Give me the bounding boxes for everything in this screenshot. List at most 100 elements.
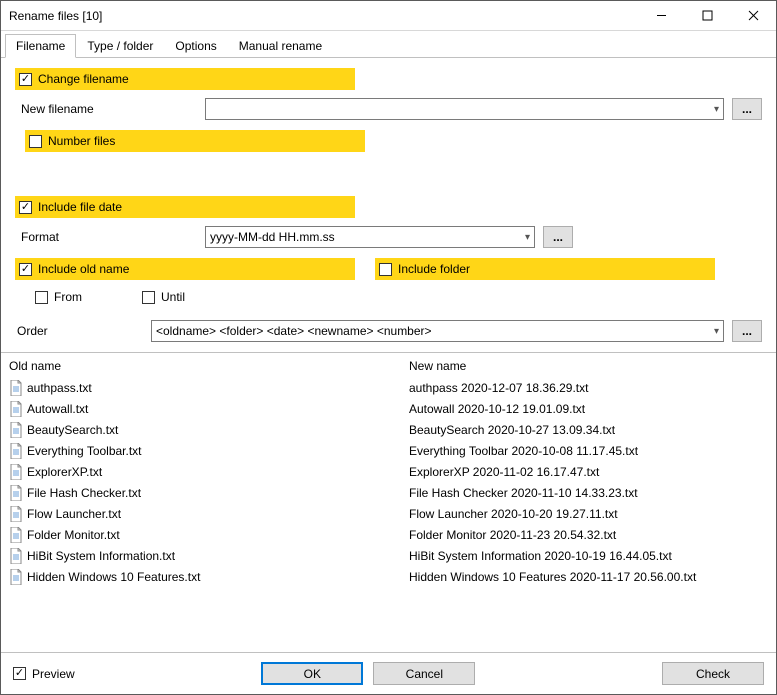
old-name-cell: authpass.txt <box>27 381 92 395</box>
file-icon <box>9 506 23 522</box>
tab-type-folder[interactable]: Type / folder <box>76 34 164 58</box>
close-button[interactable] <box>730 1 776 30</box>
old-name-cell: Hidden Windows 10 Features.txt <box>27 570 200 584</box>
chevron-down-icon: ▾ <box>525 232 530 243</box>
new-name-cell: BeautySearch 2020-10-27 13.09.34.txt <box>409 423 615 437</box>
new-name-cell: HiBit System Information 2020-10-19 16.4… <box>409 549 672 563</box>
new-name-cell: Flow Launcher 2020-10-20 19.27.11.txt <box>409 507 618 521</box>
list-header: Old name New name <box>9 357 768 377</box>
file-icon <box>9 464 23 480</box>
titlebar: Rename files [10] <box>1 1 776 31</box>
footer: Preview OK Cancel Check <box>1 652 776 694</box>
maximize-button[interactable] <box>684 1 730 30</box>
table-row[interactable]: BeautySearch.txt BeautySearch 2020-10-27 … <box>9 419 768 440</box>
tab-bar: Filename Type / folder Options Manual re… <box>1 33 776 58</box>
new-filename-more-button[interactable]: ... <box>732 98 762 120</box>
chevron-down-icon: ▾ <box>714 326 719 337</box>
column-old-name[interactable]: Old name <box>9 359 409 373</box>
old-name-cell: Everything Toolbar.txt <box>27 444 142 458</box>
include-old-name-row: Include old name <box>15 258 355 280</box>
table-row[interactable]: Folder Monitor.txt Folder Monitor 2020-11… <box>9 524 768 545</box>
new-name-cell: ExplorerXP 2020-11-02 16.17.47.txt <box>409 465 599 479</box>
column-new-name[interactable]: New name <box>409 359 768 373</box>
order-label: Order <box>15 324 151 338</box>
table-row[interactable]: HiBit System Information.txt HiBit System… <box>9 545 768 566</box>
table-row[interactable]: Flow Launcher.txt Flow Launcher 2020-10-2… <box>9 503 768 524</box>
window-title: Rename files [10] <box>9 9 638 23</box>
order-row: Order <oldname> <folder> <date> <newname… <box>15 320 762 342</box>
format-select[interactable]: yyyy-MM-dd HH.mm.ss ▾ <box>205 226 535 248</box>
table-row[interactable]: Hidden Windows 10 Features.txt Hidden Win… <box>9 566 768 587</box>
ok-button[interactable]: OK <box>261 662 363 685</box>
number-files-checkbox[interactable] <box>29 135 42 148</box>
from-label: From <box>54 290 82 304</box>
from-checkbox[interactable] <box>35 291 48 304</box>
old-name-cell: HiBit System Information.txt <box>27 549 175 563</box>
include-row: Include old name Include folder <box>15 258 762 280</box>
format-row: Format yyyy-MM-dd HH.mm.ss ▾ ... <box>15 226 762 248</box>
preview-checkbox[interactable] <box>13 667 26 680</box>
tab-manual-rename[interactable]: Manual rename <box>228 34 333 58</box>
include-folder-row: Include folder <box>375 258 715 280</box>
new-name-cell: Folder Monitor 2020-11-23 20.54.32.txt <box>409 528 616 542</box>
check-button[interactable]: Check <box>662 662 764 685</box>
old-name-cell: BeautySearch.txt <box>27 423 118 437</box>
minimize-button[interactable] <box>638 1 684 30</box>
include-old-name-label: Include old name <box>38 262 129 276</box>
new-filename-label: New filename <box>15 102 205 116</box>
new-name-cell: Autowall 2020-10-12 19.01.09.txt <box>409 402 585 416</box>
file-list: Old name New name authpass.txt authpass 2… <box>1 352 776 652</box>
number-files-label: Number files <box>48 134 115 148</box>
chevron-down-icon: ▾ <box>714 104 719 115</box>
change-filename-row: Change filename <box>15 68 355 90</box>
old-name-cell: ExplorerXP.txt <box>27 465 102 479</box>
include-file-date-checkbox[interactable] <box>19 201 32 214</box>
filename-panel: Change filename New filename ▾ ... Numbe… <box>1 58 776 352</box>
table-row[interactable]: ExplorerXP.txt ExplorerXP 2020-11-02 16.1… <box>9 461 768 482</box>
new-name-cell: Hidden Windows 10 Features 2020-11-17 20… <box>409 570 696 584</box>
format-more-button[interactable]: ... <box>543 226 573 248</box>
change-filename-label: Change filename <box>38 72 129 86</box>
file-icon <box>9 548 23 564</box>
format-value: yyyy-MM-dd HH.mm.ss <box>210 230 335 244</box>
new-name-cell: authpass 2020-12-07 18.36.29.txt <box>409 381 588 395</box>
until-label: Until <box>161 290 185 304</box>
table-row[interactable]: Everything Toolbar.txt Everything Toolbar… <box>9 440 768 461</box>
new-name-cell: Everything Toolbar 2020-10-08 11.17.45.t… <box>409 444 638 458</box>
old-name-cell: File Hash Checker.txt <box>27 486 141 500</box>
number-files-row: Number files <box>25 130 365 152</box>
include-folder-label: Include folder <box>398 262 470 276</box>
from-until-row: From Until <box>15 290 762 304</box>
format-label: Format <box>15 230 205 244</box>
new-filename-select[interactable]: ▾ <box>205 98 724 120</box>
file-icon <box>9 422 23 438</box>
table-row[interactable]: File Hash Checker.txt File Hash Checker 2… <box>9 482 768 503</box>
file-icon <box>9 380 23 396</box>
tab-options[interactable]: Options <box>164 34 227 58</box>
include-folder-checkbox[interactable] <box>379 263 392 276</box>
preview-label: Preview <box>32 667 75 681</box>
old-name-cell: Folder Monitor.txt <box>27 528 120 542</box>
new-name-cell: File Hash Checker 2020-11-10 14.33.23.tx… <box>409 486 638 500</box>
old-name-cell: Flow Launcher.txt <box>27 507 121 521</box>
include-file-date-row: Include file date <box>15 196 355 218</box>
order-value: <oldname> <folder> <date> <newname> <num… <box>156 324 432 338</box>
order-select[interactable]: <oldname> <folder> <date> <newname> <num… <box>151 320 724 342</box>
table-row[interactable]: authpass.txt authpass 2020-12-07 18.36.29… <box>9 377 768 398</box>
file-icon <box>9 485 23 501</box>
file-icon <box>9 527 23 543</box>
cancel-button[interactable]: Cancel <box>373 662 475 685</box>
window: Rename files [10] Filename Type / folder… <box>0 0 777 695</box>
include-old-name-checkbox[interactable] <box>19 263 32 276</box>
include-file-date-label: Include file date <box>38 200 122 214</box>
file-icon <box>9 443 23 459</box>
file-icon <box>9 569 23 585</box>
until-checkbox[interactable] <box>142 291 155 304</box>
file-icon <box>9 401 23 417</box>
old-name-cell: Autowall.txt <box>27 402 88 416</box>
new-filename-row: New filename ▾ ... <box>15 98 762 120</box>
table-row[interactable]: Autowall.txt Autowall 2020-10-12 19.01.09… <box>9 398 768 419</box>
tab-filename[interactable]: Filename <box>5 34 76 58</box>
change-filename-checkbox[interactable] <box>19 73 32 86</box>
order-more-button[interactable]: ... <box>732 320 762 342</box>
